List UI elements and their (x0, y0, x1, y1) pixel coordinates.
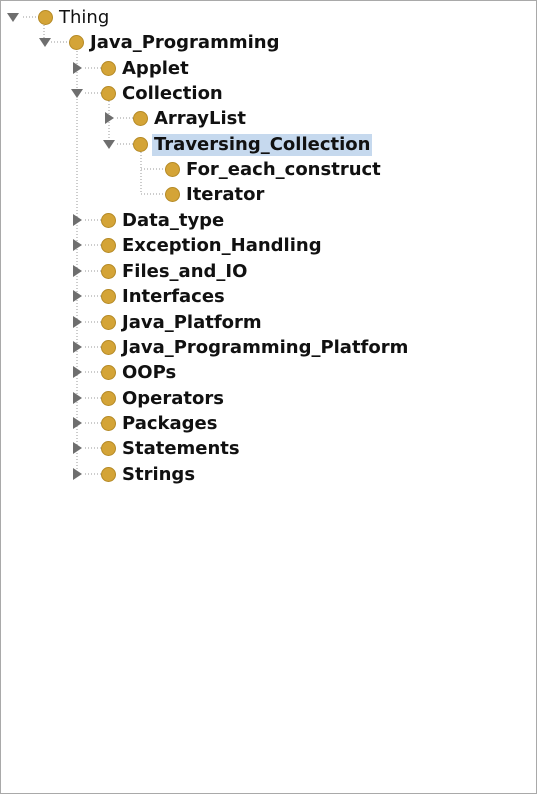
tree-node-label: Interfaces (122, 285, 225, 307)
tree-node-label: Exception_Handling (122, 234, 322, 256)
expand-toggle-data-type[interactable] (70, 213, 84, 227)
tree-node-java-programming[interactable]: Java_Programming (69, 30, 281, 55)
tree-node-for-each-construct[interactable]: For_each_construct (165, 157, 383, 182)
tree-node-data-type[interactable]: Data_type (101, 208, 226, 233)
expand-toggle-collection[interactable] (70, 86, 84, 100)
expand-toggle-thing[interactable] (6, 10, 20, 24)
class-bullet-icon (101, 340, 116, 355)
chevron-down-icon (71, 89, 83, 98)
tree-node-statements[interactable]: Statements (101, 436, 242, 461)
chevron-right-icon (73, 265, 82, 277)
expand-toggle-exception-handling[interactable] (70, 238, 84, 252)
class-bullet-icon (101, 289, 116, 304)
tree-node-label: For_each_construct (186, 158, 381, 180)
tree-node-collection[interactable]: Collection (101, 81, 225, 106)
chevron-right-icon (73, 442, 82, 454)
tree-node-arraylist[interactable]: ArrayList (133, 106, 248, 131)
tree-node-packages[interactable]: Packages (101, 411, 219, 436)
expand-toggle-files-and-io[interactable] (70, 264, 84, 278)
expand-toggle-oops[interactable] (70, 365, 84, 379)
class-bullet-icon (101, 441, 116, 456)
class-bullet-icon (101, 467, 116, 482)
chevron-right-icon (73, 392, 82, 404)
tree-node-label: Strings (122, 463, 196, 485)
expand-toggle-operators[interactable] (70, 391, 84, 405)
tree-node-java-platform[interactable]: Java_Platform (101, 310, 264, 335)
expand-toggle-java-platform[interactable] (70, 315, 84, 329)
class-bullet-icon (101, 264, 116, 279)
tree-node-java-programming-platform[interactable]: Java_Programming_Platform (101, 335, 410, 360)
class-bullet-icon (165, 162, 180, 177)
tree-node-strings[interactable]: Strings (101, 462, 197, 487)
tree-node-oops[interactable]: OOPs (101, 360, 178, 385)
tree-node-label: ArrayList (154, 107, 246, 129)
expand-toggle-statements[interactable] (70, 441, 84, 455)
tree-node-files-and-io[interactable]: Files_and_IO (101, 259, 249, 284)
tree-node-label: Files_and_IO (122, 260, 248, 282)
tree-node-exception-handling[interactable]: Exception_Handling (101, 233, 324, 258)
class-bullet-icon (165, 187, 180, 202)
chevron-down-icon (103, 140, 115, 149)
class-hierarchy-tree[interactable]: Thing Java_Programming Applet Collection… (0, 0, 537, 794)
tree-node-traversing-collection[interactable]: Traversing_Collection (133, 132, 373, 157)
chevron-right-icon (73, 239, 82, 251)
expand-toggle-interfaces[interactable] (70, 289, 84, 303)
class-bullet-icon (101, 86, 116, 101)
class-bullet-icon (69, 35, 84, 50)
tree-node-label: Data_type (122, 209, 225, 231)
class-bullet-icon (101, 416, 116, 431)
tree-node-thing[interactable]: Thing (38, 5, 111, 30)
chevron-right-icon (73, 417, 82, 429)
tree-node-interfaces[interactable]: Interfaces (101, 284, 227, 309)
tree-node-label: Packages (122, 412, 218, 434)
class-bullet-icon (101, 365, 116, 380)
expand-toggle-traversing-collection[interactable] (102, 137, 116, 151)
class-bullet-icon (101, 238, 116, 253)
chevron-down-icon (7, 13, 19, 22)
tree-node-label: Statements (122, 437, 240, 459)
tree-node-label: Traversing_Collection (152, 133, 373, 156)
class-bullet-icon (101, 61, 116, 76)
tree-node-applet[interactable]: Applet (101, 56, 191, 81)
tree-node-label: Applet (122, 57, 189, 79)
tree-node-label: Iterator (186, 183, 265, 205)
tree-node-label: Java_Programming_Platform (122, 336, 409, 358)
chevron-right-icon (73, 366, 82, 378)
class-bullet-icon (101, 315, 116, 330)
chevron-right-icon (73, 290, 82, 302)
tree-node-operators[interactable]: Operators (101, 386, 226, 411)
chevron-right-icon (73, 468, 82, 480)
tree-node-label: Collection (122, 82, 223, 104)
expand-toggle-arraylist[interactable] (102, 111, 116, 125)
tree-node-label: Java_Platform (122, 311, 262, 333)
expand-toggle-strings[interactable] (70, 467, 84, 481)
tree-node-iterator[interactable]: Iterator (165, 182, 266, 207)
chevron-right-icon (73, 341, 82, 353)
chevron-right-icon (105, 112, 114, 124)
expand-toggle-java-programming-platform[interactable] (70, 340, 84, 354)
expand-toggle-packages[interactable] (70, 416, 84, 430)
chevron-right-icon (73, 316, 82, 328)
expand-toggle-applet[interactable] (70, 61, 84, 75)
class-bullet-icon (101, 213, 116, 228)
class-bullet-icon (38, 10, 53, 25)
chevron-right-icon (73, 62, 82, 74)
expand-toggle-java-programming[interactable] (38, 35, 52, 49)
class-bullet-icon (133, 137, 148, 152)
class-bullet-icon (101, 391, 116, 406)
tree-node-label: Thing (59, 6, 110, 28)
chevron-right-icon (73, 214, 82, 226)
tree-node-label: OOPs (122, 361, 177, 383)
class-bullet-icon (133, 111, 148, 126)
tree-node-label: Java_Programming (90, 31, 280, 53)
chevron-down-icon (39, 38, 51, 47)
tree-node-label: Operators (122, 387, 224, 409)
